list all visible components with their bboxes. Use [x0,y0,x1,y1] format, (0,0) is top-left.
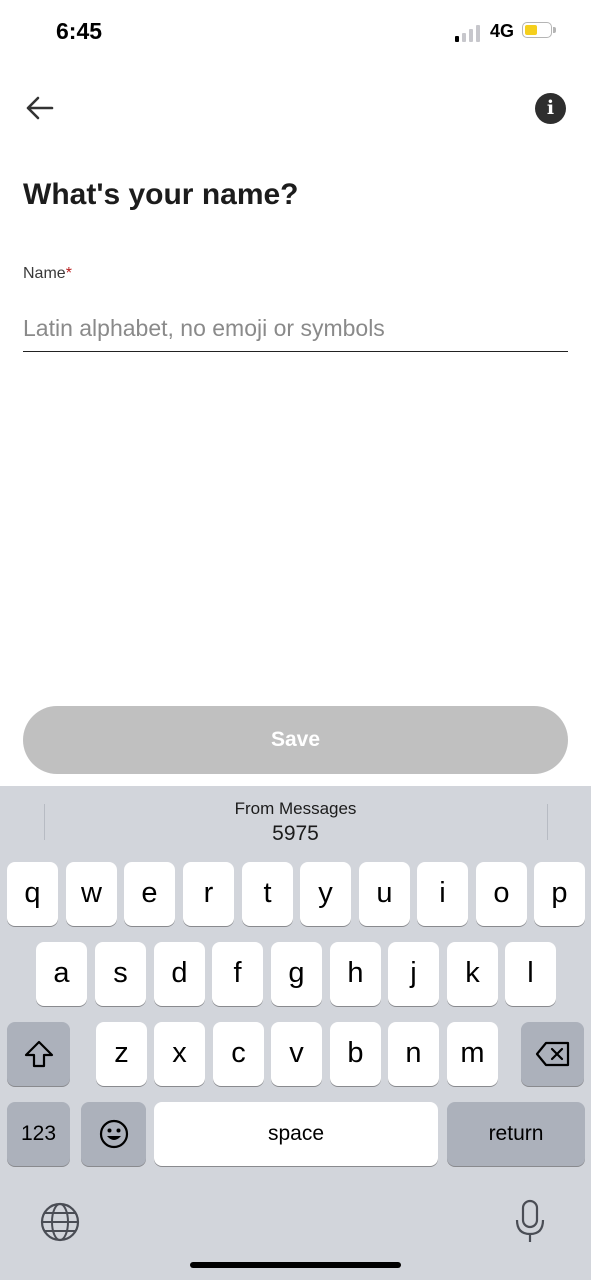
required-marker: * [65,265,72,282]
name-input[interactable] [23,306,568,352]
battery-icon [522,22,556,40]
dictation-button[interactable] [512,1198,548,1246]
name-label-text: Name [23,265,66,282]
suggestion-source: From Messages [234,799,357,818]
page-title: What's your name? [23,178,299,211]
key-z[interactable]: z [96,1022,147,1086]
emoji-icon [99,1119,128,1149]
key-l[interactable]: l [505,942,556,1006]
globe-button[interactable] [38,1200,82,1244]
microphone-icon [515,1199,545,1242]
key-m[interactable]: m [447,1022,498,1086]
key-j[interactable]: j [388,942,439,1006]
info-button[interactable]: i [535,93,566,124]
shift-icon [24,1040,53,1068]
key-y[interactable]: y [300,862,351,926]
emoji-key[interactable] [81,1102,146,1166]
key-o[interactable]: o [476,862,527,926]
key-a[interactable]: a [36,942,87,1006]
save-button[interactable]: Save [23,706,568,774]
key-h[interactable]: h [330,942,381,1006]
key-i[interactable]: i [417,862,468,926]
info-icon: i [546,97,555,119]
network-type: 4G [490,21,515,41]
key-n[interactable]: n [388,1022,439,1086]
home-indicator [190,1262,401,1268]
cellular-signal-icon [455,24,483,42]
globe-icon [40,1202,80,1242]
return-key[interactable]: return [447,1102,585,1166]
delete-key[interactable] [521,1022,584,1086]
key-w[interactable]: w [66,862,117,926]
key-e[interactable]: e [124,862,175,926]
key-d[interactable]: d [154,942,205,1006]
key-t[interactable]: t [242,862,293,926]
key-s[interactable]: s [95,942,146,1006]
back-button[interactable] [22,90,58,126]
key-f[interactable]: f [212,942,263,1006]
name-field-label: Name* [23,265,72,283]
numbers-key[interactable]: 123 [7,1102,70,1166]
key-k[interactable]: k [447,942,498,1006]
key-c[interactable]: c [213,1022,264,1086]
key-b[interactable]: b [330,1022,381,1086]
space-key[interactable]: space [154,1102,438,1166]
key-r[interactable]: r [183,862,234,926]
key-u[interactable]: u [359,862,410,926]
keyboard: From Messages 5975 q w e r t y u i o p a… [0,786,591,1280]
key-p[interactable]: p [534,862,585,926]
key-v[interactable]: v [271,1022,322,1086]
shift-key[interactable] [7,1022,70,1086]
key-x[interactable]: x [154,1022,205,1086]
key-q[interactable]: q [7,862,58,926]
backspace-icon [535,1041,569,1067]
arrow-left-icon [26,96,54,120]
status-time: 6:45 [56,18,103,44]
suggestion-value: 5975 [272,822,319,845]
autofill-suggestion[interactable]: From Messages 5975 [0,786,591,848]
key-g[interactable]: g [271,942,322,1006]
